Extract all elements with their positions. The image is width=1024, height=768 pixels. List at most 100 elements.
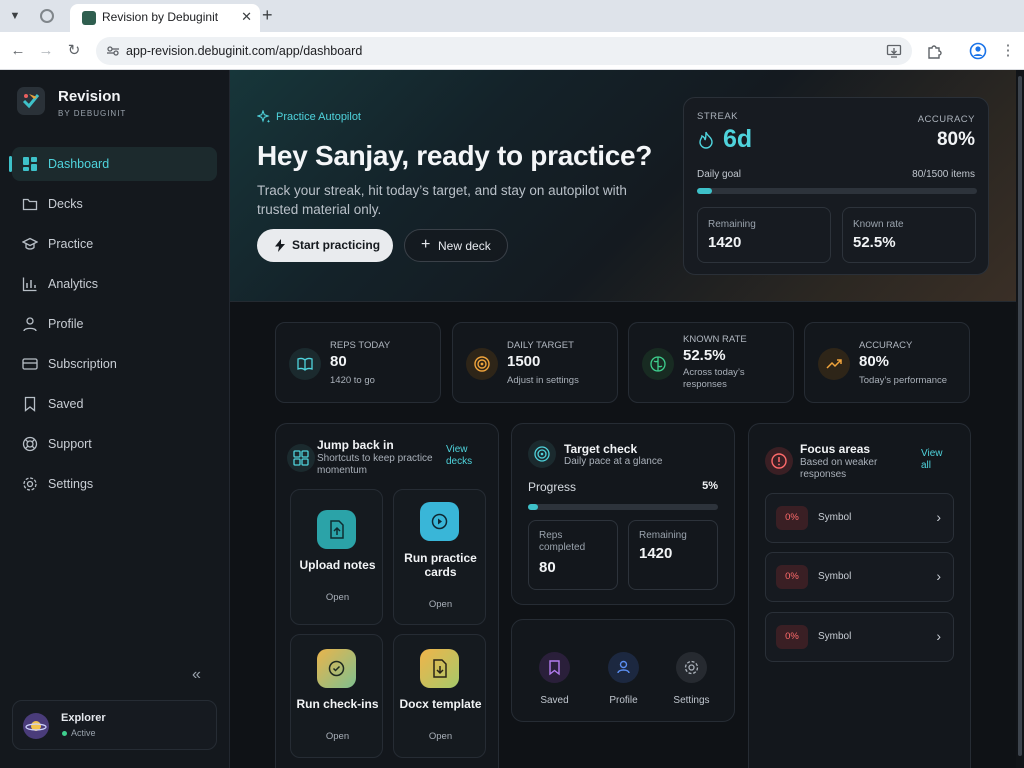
jump-back-subtitle: Shortcuts to keep practice momentum (317, 453, 433, 476)
back-arrow-icon[interactable]: ← (8, 41, 28, 61)
revision-logo[interactable] (17, 87, 45, 115)
flame-icon (699, 131, 713, 149)
extensions-puzzle-icon[interactable] (926, 42, 944, 60)
page-title: Hey Sanjay, ready to practice? (257, 140, 653, 171)
start-practicing-button[interactable]: Start practicing (257, 229, 393, 262)
known-rate-label: Known rate (853, 219, 904, 230)
tile-open: Open (325, 592, 350, 603)
dashboard-icon (23, 157, 37, 171)
accuracy-value: 80% (936, 129, 975, 150)
lifebuoy-icon (22, 436, 38, 452)
user-card[interactable]: Explorer Active (12, 700, 217, 750)
streak-card: STREAK 6d ACCURACY 80% Daily goal 80/150… (683, 97, 989, 275)
site-info-icon[interactable] (106, 44, 120, 58)
page-scrollbar[interactable] (1016, 70, 1024, 768)
lightning-icon (275, 239, 285, 252)
tile-title: Docx template (399, 697, 482, 711)
target-check-title: Target check (564, 442, 638, 456)
focus-name: Symbol (818, 631, 852, 642)
jump-back-title: Jump back in (317, 438, 394, 452)
reload-icon[interactable]: ↻ (64, 41, 84, 61)
stat-card-reps-today: REPS TODAY 80 1420 to go (275, 322, 441, 403)
stat-card-known-rate: KNOWN RATE 52.5% Across today’s response… (628, 322, 794, 403)
sidebar-item-profile[interactable]: Profile (12, 307, 217, 341)
sidebar-item-label: Decks (48, 197, 83, 211)
sidebar: Revision BY DEBUGINIT Dashboard Decks Pr… (0, 70, 230, 768)
url-text: app-revision.debuginit.com/app/dashboard (126, 44, 363, 58)
scrollbar-thumb[interactable] (1018, 76, 1022, 756)
sidebar-item-saved[interactable]: Saved (12, 387, 217, 421)
tab-search-chevron-icon[interactable]: ▼ (6, 7, 24, 25)
tile-run-check-ins[interactable]: Run check-ins Open (290, 634, 383, 758)
chevron-right-icon: › (936, 568, 941, 584)
sidebar-item-dashboard[interactable]: Dashboard (9, 147, 217, 181)
stat-card-accuracy: ACCURACY 80% Today’s performance (804, 322, 970, 403)
quick-link-label: Settings (673, 695, 710, 706)
focus-row[interactable]: 0% Symbol › (765, 552, 954, 602)
target-icon (466, 348, 498, 380)
browser-tab-active[interactable]: Revision by Debuginit ✕ (70, 4, 260, 32)
grid-icon (287, 444, 315, 472)
daily-goal-value: 80/1500 items (912, 169, 975, 180)
focus-areas-subtitle: Based on weaker responses (800, 457, 878, 480)
sidebar-item-settings[interactable]: Settings (12, 467, 217, 501)
sidebar-item-label: Dashboard (48, 157, 110, 171)
target-remaining-box: Remaining 1420 (628, 520, 718, 590)
revision-favicon-icon (82, 11, 96, 25)
streak-label: STREAK (697, 111, 739, 122)
tile-open: Open (325, 731, 350, 742)
reps-completed-value: 80 (539, 559, 556, 576)
focus-name: Symbol (818, 512, 852, 523)
collapse-sidebar-icon[interactable]: « (192, 666, 201, 684)
brand-subtitle: BY DEBUGINIT (58, 109, 127, 118)
target-progress-bar (528, 504, 718, 510)
daily-goal-progress-fill (697, 188, 712, 194)
sidebar-item-decks[interactable]: Decks (12, 187, 217, 221)
bookmark-icon (24, 396, 36, 412)
focus-percent-badge: 0% (776, 506, 808, 530)
view-all-link[interactable]: View all (921, 448, 951, 472)
sidebar-item-support[interactable]: Support (12, 427, 217, 461)
inactive-tab-globe-icon[interactable] (40, 9, 54, 23)
hero-subtitle: Track your streak, hit today’s target, a… (257, 183, 627, 217)
quick-link-settings[interactable]: Settings (669, 652, 714, 706)
sidebar-item-practice[interactable]: Practice (12, 227, 217, 261)
progress-value: 5% (702, 480, 718, 492)
focus-name: Symbol (818, 571, 852, 582)
play-circle-icon (420, 502, 459, 541)
quick-link-saved[interactable]: Saved (532, 652, 577, 706)
tile-docx-template[interactable]: Docx template Open (393, 634, 486, 758)
known-rate-box: Known rate 52.5% (842, 207, 976, 263)
stat-label: DAILY TARGET (507, 340, 574, 351)
chevron-right-icon: › (936, 509, 941, 525)
stat-label: ACCURACY (859, 340, 913, 351)
address-bar[interactable]: app-revision.debuginit.com/app/dashboard (96, 37, 912, 65)
profile-account-icon[interactable] (969, 42, 987, 60)
tile-upload-notes[interactable]: Upload notes Open (290, 489, 383, 625)
start-practicing-label: Start practicing (292, 238, 381, 252)
stat-value: 1500 (507, 353, 541, 370)
stat-label: REPS TODAY (330, 340, 391, 351)
new-deck-button[interactable]: + New deck (404, 229, 508, 262)
quick-link-profile[interactable]: Profile (601, 652, 646, 706)
view-decks-link[interactable]: View decks (446, 444, 481, 468)
quick-link-label: Saved (540, 695, 569, 706)
focus-row[interactable]: 0% Symbol › (765, 493, 954, 543)
user-status: Active (71, 728, 96, 738)
tile-run-practice-cards[interactable]: Run practice cards Open (393, 489, 486, 625)
focus-row[interactable]: 0% Symbol › (765, 612, 954, 662)
browser-menu-kebab-icon[interactable]: ⋮ (998, 41, 1018, 61)
stat-sub: 1420 to go (330, 375, 375, 386)
new-tab-plus-icon[interactable]: + (262, 5, 273, 26)
target-remaining-value: 1420 (639, 545, 673, 562)
reps-completed-box: Reps completed 80 (528, 520, 618, 590)
sidebar-item-subscription[interactable]: Subscription (12, 347, 217, 381)
tab-close-icon[interactable]: ✕ (241, 9, 252, 25)
jump-back-panel: Jump back in Shortcuts to keep practice … (275, 423, 499, 768)
install-app-icon[interactable] (886, 43, 902, 59)
sidebar-item-analytics[interactable]: Analytics (12, 267, 217, 301)
focus-percent-badge: 0% (776, 565, 808, 589)
tile-open: Open (428, 731, 453, 742)
download-file-icon (420, 649, 459, 688)
forward-arrow-icon[interactable]: → (36, 41, 56, 61)
